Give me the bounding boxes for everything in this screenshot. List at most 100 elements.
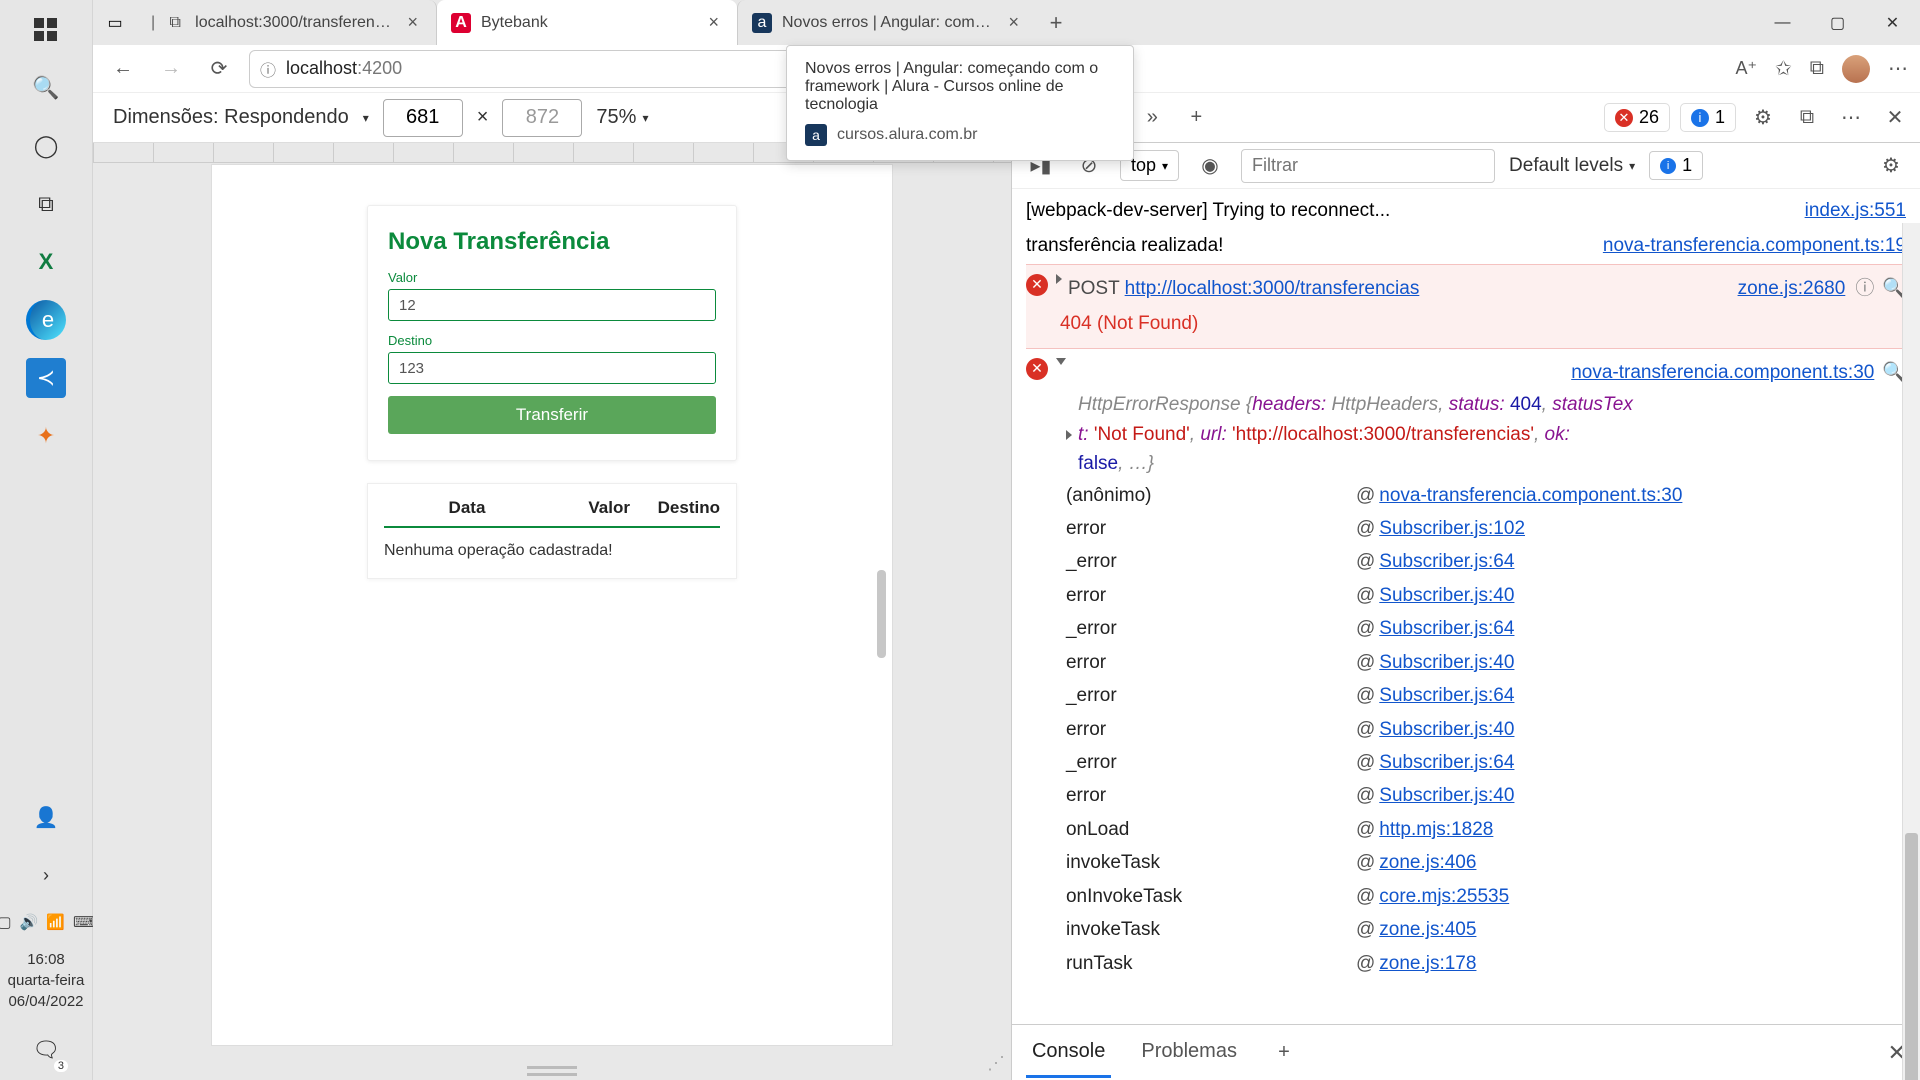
search-icon[interactable]: 🔍 <box>26 68 66 108</box>
filter-input[interactable] <box>1241 149 1495 183</box>
width-input[interactable] <box>383 99 463 137</box>
expand-caret-icon[interactable] <box>1066 430 1072 440</box>
live-expression-icon[interactable]: ◉ <box>1193 149 1227 183</box>
valor-input[interactable] <box>388 289 716 321</box>
maximize-button[interactable]: ▢ <box>1810 0 1865 45</box>
expand-caret-icon[interactable] <box>1056 274 1062 284</box>
tab-0[interactable]: | ⧉ localhost:3000/transferencias × <box>137 0 437 45</box>
tab-label: Bytebank <box>481 14 694 32</box>
taskbar-clock[interactable]: 16:08 quarta-feira 06/04/2022 <box>8 949 85 1012</box>
source-link[interactable]: Subscriber.js:40 <box>1379 581 1514 610</box>
vscode-icon[interactable]: ≺ <box>26 358 66 398</box>
tab-2[interactable]: a Novos erros | Angular: começan × <box>737 0 1037 45</box>
source-link[interactable]: Subscriber.js:102 <box>1379 514 1525 543</box>
profile-avatar[interactable] <box>1842 55 1870 83</box>
errors-badge[interactable]: ✕26 <box>1604 103 1670 132</box>
zoom-select[interactable]: 75%▾ <box>596 106 648 129</box>
taskview-icon[interactable]: ⧉ <box>26 184 66 224</box>
log-levels-select[interactable]: Default levels▾ <box>1509 155 1635 177</box>
stack-frame: (anônimo)@nova-transferencia.component.t… <box>1026 479 1906 512</box>
help-icon[interactable]: ⓘ <box>1855 274 1874 303</box>
resize-handle-corner[interactable]: ⋰ <box>987 1053 1005 1074</box>
source-link[interactable]: Subscriber.js:64 <box>1379 748 1514 777</box>
source-link[interactable]: Subscriber.js:64 <box>1379 547 1514 576</box>
source-link[interactable]: Subscriber.js:40 <box>1379 648 1514 677</box>
stack-frame: error@Subscriber.js:102 <box>1026 512 1906 545</box>
expand-tray-icon[interactable]: › <box>26 855 66 895</box>
more-tabs-icon[interactable]: » <box>1135 101 1169 135</box>
excel-icon[interactable]: X <box>26 242 66 282</box>
reload-button[interactable]: ⟳ <box>201 51 237 87</box>
system-tray[interactable]: ▢🔊📶⌨ <box>0 913 95 931</box>
paint-icon[interactable]: ✦ <box>26 416 66 456</box>
collapse-caret-icon[interactable] <box>1056 358 1066 365</box>
info-icon[interactable]: ⓘ <box>260 57 276 81</box>
error-entry: ✕ POST http://localhost:3000/transferenc… <box>1026 264 1906 349</box>
scrollbar-thumb[interactable] <box>1905 833 1918 1080</box>
source-link[interactable]: core.mjs:25535 <box>1379 882 1509 911</box>
source-link[interactable]: zone.js:2680 <box>1738 274 1846 303</box>
info-dot-icon: i <box>1691 109 1709 127</box>
source-link[interactable]: nova-transferencia.component.ts:30 <box>1379 481 1682 510</box>
source-link[interactable]: http.mjs:1828 <box>1379 815 1493 844</box>
transfers-table-card: Data Valor Destino Nenhuma operação cada… <box>367 483 737 579</box>
start-button[interactable] <box>26 10 66 50</box>
back-button[interactable]: ← <box>105 51 141 87</box>
source-link[interactable]: Subscriber.js:64 <box>1379 614 1514 643</box>
browser-menu-icon[interactable]: ⋯ <box>1888 56 1908 81</box>
source-link[interactable]: zone.js:406 <box>1379 848 1476 877</box>
drawer-tab-problems[interactable]: Problemas <box>1135 1028 1243 1078</box>
browser-window: ▭ | ⧉ localhost:3000/transferencias × A … <box>93 0 1920 1080</box>
transferir-button[interactable]: Transferir <box>388 396 716 434</box>
source-link[interactable]: Subscriber.js:64 <box>1379 681 1514 710</box>
page-scrollbar[interactable] <box>1902 223 1920 1080</box>
source-link[interactable]: zone.js:178 <box>1379 949 1476 978</box>
close-tab-icon[interactable]: × <box>403 12 422 33</box>
source-link[interactable]: zone.js:405 <box>1379 915 1476 944</box>
volume-icon: 🔊 <box>20 913 39 931</box>
chevron-down-icon[interactable]: ▾ <box>363 111 369 125</box>
source-link[interactable]: Subscriber.js:40 <box>1379 715 1514 744</box>
source-link[interactable]: nova-transferencia.component.ts:19 <box>1603 231 1906 260</box>
favorite-icon[interactable]: ✩ <box>1775 56 1792 81</box>
close-window-button[interactable]: ✕ <box>1865 0 1920 45</box>
new-tab-icon[interactable]: + <box>1179 101 1213 135</box>
resize-handle-bottom[interactable] <box>527 1066 577 1076</box>
issues-chip[interactable]: i1 <box>1649 151 1703 180</box>
close-devtools-icon[interactable]: ✕ <box>1878 101 1912 135</box>
console-settings-icon[interactable]: ⚙ <box>1874 149 1908 183</box>
people-icon[interactable]: 👤 <box>26 797 66 837</box>
forward-button[interactable]: → <box>153 51 189 87</box>
settings-icon[interactable]: ⚙ <box>1746 101 1780 135</box>
dock-icon[interactable]: ⧉ <box>1790 101 1824 135</box>
devtools-menu-icon[interactable]: ⋯ <box>1834 101 1868 135</box>
minimize-button[interactable]: ― <box>1755 0 1810 45</box>
dimensions-label: Dimensões: Respondendo <box>113 106 349 129</box>
collections-icon[interactable]: ⧉ <box>1810 57 1824 80</box>
edge-icon[interactable]: e <box>26 300 66 340</box>
drawer-tab-console[interactable]: Console <box>1026 1028 1111 1078</box>
tab-actions-icon[interactable]: ▭ <box>93 0 137 45</box>
url-text: localhost:4200 <box>286 58 402 79</box>
read-aloud-icon[interactable]: A⁺ <box>1735 58 1757 79</box>
drawer-add-tab-icon[interactable]: + <box>1267 1036 1301 1070</box>
close-tab-icon[interactable]: × <box>704 12 723 33</box>
request-url-link[interactable]: http://localhost:3000/transferencias <box>1125 278 1420 299</box>
source-link[interactable]: index.js:551 <box>1805 196 1906 225</box>
error-icon: ✕ <box>1026 358 1048 380</box>
height-input[interactable] <box>502 99 582 137</box>
cortana-icon[interactable]: ◯ <box>26 126 66 166</box>
source-link[interactable]: nova-transferencia.component.ts:30 <box>1571 358 1874 387</box>
stack-frame: onInvokeTask@core.mjs:25535 <box>1026 880 1906 913</box>
tab-1[interactable]: A Bytebank × <box>437 0 737 45</box>
info-badge[interactable]: i1 <box>1680 103 1736 132</box>
viewport-scrollbar[interactable] <box>877 570 886 658</box>
console-output[interactable]: [webpack-dev-server] Trying to reconnect… <box>1012 189 1920 1024</box>
close-tab-icon[interactable]: × <box>1004 12 1023 33</box>
battery-icon: ▢ <box>0 913 12 931</box>
new-tab-button[interactable]: + <box>1037 0 1075 45</box>
tab-label: Novos erros | Angular: começan <box>782 14 994 32</box>
notifications-icon[interactable]: 🗨3 <box>26 1030 66 1070</box>
destino-input[interactable] <box>388 352 716 384</box>
source-link[interactable]: Subscriber.js:40 <box>1379 781 1514 810</box>
